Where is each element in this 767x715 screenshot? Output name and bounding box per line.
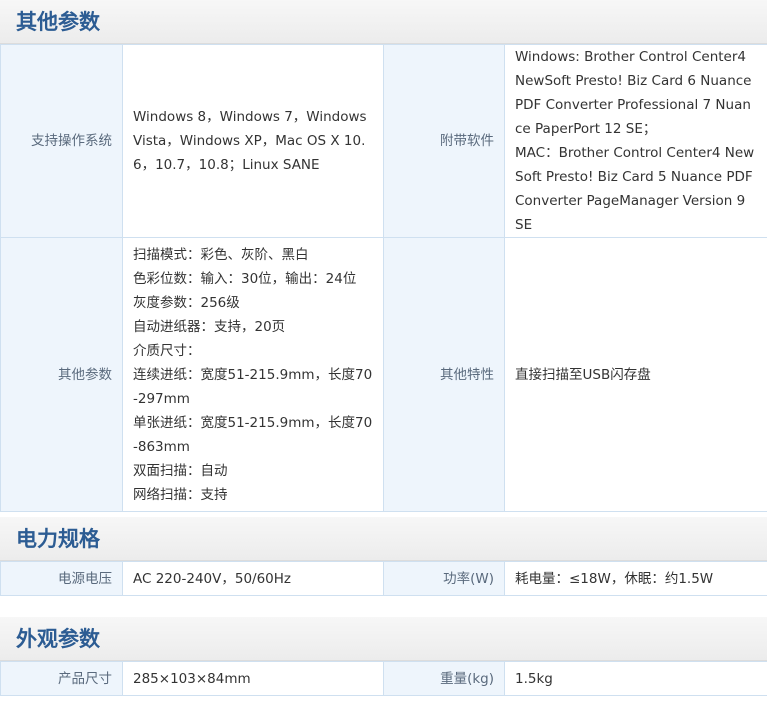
section-appearance-params: 外观参数 产品尺寸 285×103×84mm 重量(kg) 1.5kg — [0, 617, 767, 696]
section-title: 其他参数 — [0, 0, 767, 44]
spec-label: 电源电压 — [0, 561, 123, 596]
spec-value: AC 220-240V，50/60Hz — [122, 561, 384, 596]
spec-value: 耗电量：≤18W，休眠：约1.5W — [504, 561, 767, 596]
spec-value: Windows 8，Windows 7，Windows Vista，Window… — [122, 44, 384, 238]
spec-label: 其他特性 — [383, 237, 505, 512]
spec-label: 重量(kg) — [383, 661, 505, 696]
spec-label: 功率(W) — [383, 561, 505, 596]
spec-value-line: 双面扫描：自动 — [133, 462, 228, 479]
table-row: 电源电压 AC 220-240V，50/60Hz 功率(W) 耗电量：≤18W，… — [0, 561, 767, 596]
spec-value-line: 直接扫描至USB闪存盘 — [515, 366, 651, 383]
spec-value-line: MAC：Brother Control Center4 NewSoft Pres… — [515, 145, 755, 233]
spec-value-line: 耗电量：≤18W，休眠：约1.5W — [515, 570, 714, 587]
spec-value-line: 自动进纸器：支持，20页 — [133, 318, 286, 335]
spec-value-line: 扫描模式：彩色、灰阶、黑白 — [133, 246, 309, 263]
spec-label: 附带软件 — [383, 44, 505, 238]
spec-value-line: 网络扫描：支持 — [133, 486, 228, 503]
spec-label: 支持操作系统 — [0, 44, 123, 238]
spec-value-line: 连续进纸：宽度51-215.9mm，长度70-297mm — [133, 366, 373, 407]
section-title: 外观参数 — [0, 617, 767, 661]
table-row: 支持操作系统 Windows 8，Windows 7，Windows Vista… — [0, 44, 767, 238]
spec-table: 支持操作系统 Windows 8，Windows 7，Windows Vista… — [0, 44, 767, 512]
table-row: 其他参数 扫描模式：彩色、灰阶、黑白 色彩位数：输入：30位，输出：24位 灰度… — [0, 237, 767, 512]
spec-value-line: AC 220-240V，50/60Hz — [133, 570, 291, 587]
table-row: 产品尺寸 285×103×84mm 重量(kg) 1.5kg — [0, 661, 767, 696]
section-title: 电力规格 — [0, 517, 767, 561]
spec-table: 产品尺寸 285×103×84mm 重量(kg) 1.5kg — [0, 661, 767, 696]
spec-value: 285×103×84mm — [122, 661, 384, 696]
spec-value: 扫描模式：彩色、灰阶、黑白 色彩位数：输入：30位，输出：24位 灰度参数：25… — [122, 237, 384, 512]
spec-value-line: 介质尺寸： — [133, 342, 201, 359]
spec-value-line: 单张进纸：宽度51-215.9mm，长度70-863mm — [133, 414, 373, 455]
section-power-specs: 电力规格 电源电压 AC 220-240V，50/60Hz 功率(W) 耗电量：… — [0, 517, 767, 596]
spec-value-line: 285×103×84mm — [133, 670, 251, 687]
spec-value-line: Windows: Brother Control Center4 NewSoft… — [515, 49, 752, 137]
spec-label: 产品尺寸 — [0, 661, 123, 696]
spec-value: 1.5kg — [504, 661, 767, 696]
section-other-params: 其他参数 支持操作系统 Windows 8，Windows 7，Windows … — [0, 0, 767, 512]
spec-value: 直接扫描至USB闪存盘 — [504, 237, 767, 512]
spec-value: Windows: Brother Control Center4 NewSoft… — [504, 44, 767, 238]
spec-value-line: Windows 8，Windows 7，Windows Vista，Window… — [133, 109, 367, 173]
spec-value-line: 1.5kg — [515, 670, 553, 687]
spec-value-line: 色彩位数：输入：30位，输出：24位 — [133, 270, 357, 287]
spec-label: 其他参数 — [0, 237, 123, 512]
spec-value-line: 灰度参数：256级 — [133, 294, 240, 311]
spec-table: 电源电压 AC 220-240V，50/60Hz 功率(W) 耗电量：≤18W，… — [0, 561, 767, 596]
